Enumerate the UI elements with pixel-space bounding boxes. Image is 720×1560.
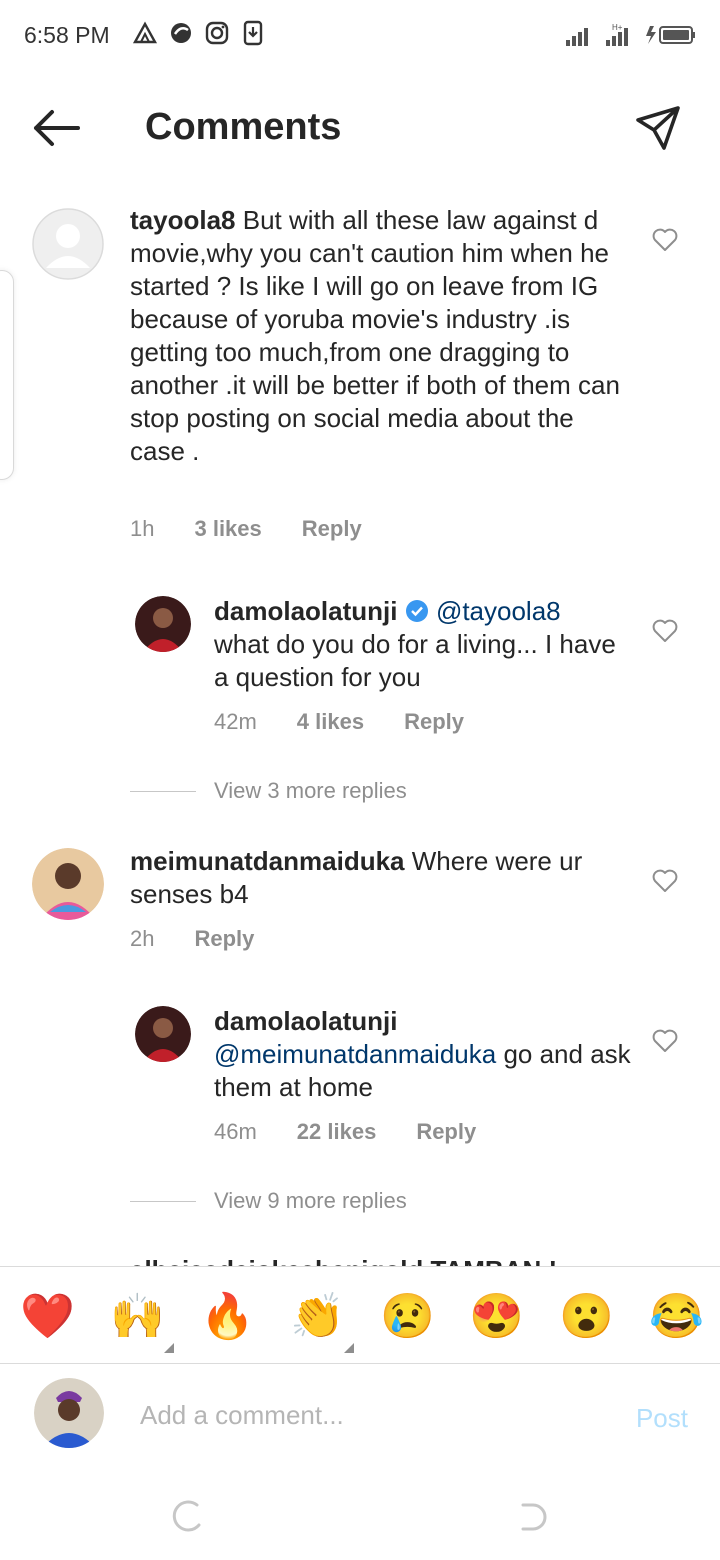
back-arrow-icon[interactable] [30, 104, 82, 152]
skin-tone-indicator-icon [344, 1343, 354, 1353]
clapping-emoji-button[interactable]: 👏 [290, 1291, 354, 1353]
comment-meta: 2h Reply [130, 926, 294, 952]
floating-side-tab[interactable] [0, 270, 14, 480]
recent-apps-icon[interactable] [167, 1497, 207, 1537]
comment-input[interactable] [140, 1395, 600, 1435]
comment-body: tayoola8 But with all these law against … [130, 204, 620, 468]
view-more-replies[interactable]: View 9 more replies [130, 1188, 407, 1214]
comment-username[interactable]: tayoola8 [130, 205, 236, 235]
status-time: 6:58 PM [24, 22, 110, 48]
likes-count[interactable]: 22 likes [297, 1119, 377, 1145]
laughing-emoji-button[interactable]: 😂 [649, 1291, 704, 1343]
like-heart-icon[interactable] [651, 1027, 679, 1055]
profile-photo-icon [34, 1378, 104, 1448]
comment-text: But with all these law against d movie,w… [130, 205, 620, 466]
view-more-label[interactable]: View 9 more replies [214, 1188, 407, 1214]
like-heart-icon[interactable] [651, 226, 679, 254]
paper-plane-icon[interactable] [634, 104, 682, 152]
download-icon [243, 20, 263, 46]
default-avatar-icon [32, 208, 104, 280]
profile-photo-icon [135, 1006, 191, 1062]
avatar[interactable] [32, 848, 104, 920]
clapping-emoji: 👏 [290, 1292, 345, 1341]
battery-charging-icon [646, 26, 695, 44]
reply-mention[interactable]: @tayoola8 [436, 596, 561, 626]
post-button[interactable]: Post [636, 1403, 688, 1434]
svg-text:H+: H+ [612, 23, 623, 32]
fire-emoji-button[interactable]: 🔥 [200, 1291, 255, 1343]
comment-body: meimunatdanmaiduka Where were ur senses … [130, 845, 620, 911]
avatar[interactable] [135, 1006, 191, 1062]
like-heart-icon[interactable] [651, 617, 679, 645]
page-title: Comments [145, 106, 342, 148]
skin-tone-indicator-icon [164, 1343, 174, 1353]
reply-time: 42m [214, 709, 257, 734]
comment-time: 2h [130, 926, 155, 951]
view-more-label[interactable]: View 3 more replies [214, 778, 407, 804]
reply-body: damolaolatunji @tayoola8 what do you do f… [214, 595, 624, 694]
comments-header: Comments [0, 80, 720, 176]
signal-h-plus-icon: H+ [606, 23, 628, 46]
reply-button[interactable]: Reply [404, 709, 464, 735]
signal-icon [566, 28, 588, 46]
raised-hands-emoji-button[interactable]: 🙌 [110, 1291, 174, 1353]
comment-username[interactable]: meimunatdanmaiduka [130, 846, 405, 876]
view-more-replies[interactable]: View 3 more replies [130, 778, 407, 804]
reply-meta: 42m 4 likes Reply [214, 709, 504, 735]
raised-hands-emoji: 🙌 [110, 1292, 165, 1341]
reply-button[interactable]: Reply [302, 516, 362, 542]
reply-button[interactable]: Reply [194, 926, 254, 952]
verified-badge-icon [405, 600, 428, 622]
triangle-notification-icon [132, 21, 158, 44]
reply-mention[interactable]: @meimunatdanmaiduka [214, 1039, 496, 1069]
likes-count[interactable]: 3 likes [194, 516, 261, 542]
status-system-icons: H+ [564, 22, 696, 48]
profile-photo-icon [135, 596, 191, 652]
reply-meta: 46m 22 likes Reply [214, 1119, 516, 1145]
reply-time: 46m [214, 1119, 257, 1144]
status-bar: 6:58 PM H+ [0, 0, 720, 70]
crying-emoji-button[interactable]: 😢 [380, 1291, 435, 1343]
reply-username[interactable]: damolaolatunji [214, 1006, 397, 1036]
system-nav-bar [0, 1475, 720, 1560]
avatar[interactable] [32, 208, 104, 280]
reply-text: what do you do for a living... I have a … [214, 629, 616, 692]
heart-emoji-button[interactable]: ❤️ [20, 1291, 75, 1343]
comment-time: 1h [130, 516, 155, 541]
divider-line [130, 1200, 196, 1202]
surprised-emoji-button[interactable]: 😮 [559, 1291, 614, 1343]
likes-count[interactable]: 4 likes [297, 709, 364, 735]
reply-username[interactable]: damolaolatunji [214, 596, 397, 626]
back-nav-icon[interactable] [513, 1497, 553, 1537]
comment-meta: 1h 3 likes Reply [130, 516, 402, 542]
status-notification-icons [132, 20, 266, 46]
avatar[interactable] [135, 596, 191, 652]
reply-body: damolaolatunji @meimunatdanmaiduka go and… [214, 1005, 634, 1104]
reply-button[interactable]: Reply [416, 1119, 476, 1145]
instagram-icon [205, 21, 229, 45]
comment-input-bar: Post [0, 1365, 720, 1475]
current-user-avatar [34, 1378, 104, 1448]
app-notification-icon [171, 23, 191, 43]
emoji-reaction-bar: ❤️ 🙌 🔥 👏 😢 😍 😮 😂 [0, 1266, 720, 1364]
divider-line [130, 790, 196, 792]
like-heart-icon[interactable] [651, 867, 679, 895]
heart-eyes-emoji-button[interactable]: 😍 [469, 1291, 524, 1343]
profile-photo-icon [32, 848, 104, 920]
